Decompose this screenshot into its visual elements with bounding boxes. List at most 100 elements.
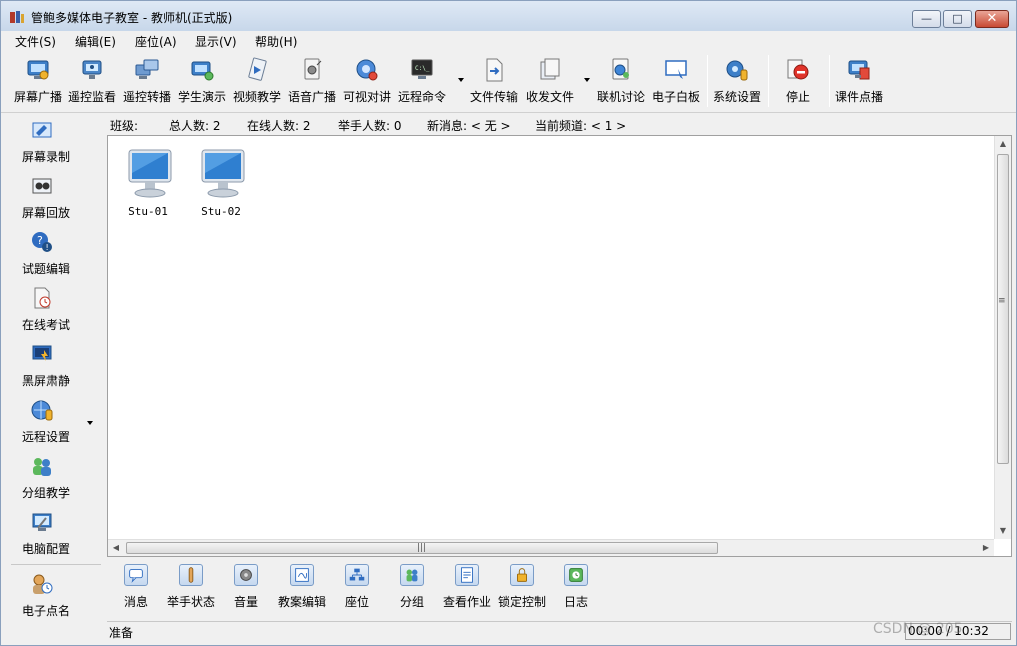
- left-pc-config-button[interactable]: 电脑配置: [1, 508, 101, 562]
- vertical-scroll-thumb[interactable]: [997, 154, 1009, 464]
- student-computer[interactable]: Stu-02: [191, 148, 251, 218]
- bottom-lock-button[interactable]: 锁定控制: [498, 562, 546, 614]
- maximize-button[interactable]: □: [943, 10, 972, 28]
- maximize-icon: □: [952, 12, 963, 25]
- lock-icon: [510, 564, 534, 586]
- toolbar-stop-button[interactable]: 停止: [773, 53, 823, 109]
- left-panel-label: 屏幕录制: [21, 150, 70, 164]
- message-icon: [124, 564, 148, 586]
- bottom-label: 查看作业: [442, 595, 491, 609]
- left-online-exam-button[interactable]: 在线考试: [1, 284, 101, 338]
- bottom-hand-raise-button[interactable]: 举手状态: [167, 562, 215, 614]
- student-view-area[interactable]: Stu-01 Stu-02 ▲ ≡ ▼ ◀ ||| ▶: [107, 135, 1012, 557]
- whiteboard-icon: [665, 60, 687, 79]
- scroll-left-icon[interactable]: ◀: [108, 540, 124, 556]
- bottom-label: 分组: [399, 595, 424, 609]
- scroll-down-icon[interactable]: ▼: [995, 523, 1011, 539]
- toolbar-send-receive-files-button[interactable]: 收发文件: [525, 53, 575, 109]
- scroll-grip-icon: |||: [417, 543, 427, 553]
- menu-seat[interactable]: 座位(A): [135, 33, 177, 50]
- bottom-log-button[interactable]: 日志: [555, 562, 597, 614]
- screen-broadcast-icon: [27, 60, 49, 80]
- menu-bar: 文件(S) 编辑(E) 座位(A) 显示(V) 帮助(H): [1, 31, 1016, 51]
- close-button[interactable]: ✕: [975, 10, 1009, 28]
- toolbar-remote-relay-button[interactable]: 遥控转播: [122, 53, 172, 109]
- hand-raise-icon: [179, 564, 203, 586]
- bottom-lesson-plan-button[interactable]: 教案编辑: [278, 562, 326, 614]
- minimize-button[interactable]: —: [912, 10, 941, 28]
- remote-command-dropdown-icon[interactable]: [458, 78, 464, 82]
- scroll-right-icon[interactable]: ▶: [978, 540, 994, 556]
- toolbar-student-demo-button[interactable]: 学生演示: [177, 53, 227, 109]
- toolbar-voice-broadcast-button[interactable]: 语音广播: [287, 53, 337, 109]
- toolbar-whiteboard-button[interactable]: 电子白板: [651, 53, 701, 109]
- left-roll-call-button[interactable]: 电子点名: [1, 570, 101, 624]
- menu-help[interactable]: 帮助(H): [255, 33, 297, 50]
- toolbar-remote-command-button[interactable]: C:\_ 远程命令: [397, 53, 447, 109]
- hands-raised-count: 举手人数: 0: [338, 119, 402, 133]
- main-toolbar: 屏幕广播 遥控监看 遥控转播 学生演示 视频教学 语音广播 可视对讲 C:\_: [1, 51, 1016, 113]
- horizontal-scrollbar[interactable]: ◀ ||| ▶: [108, 539, 994, 556]
- bottom-toolbar: 消息 举手状态 音量 教案编辑 座位 分组 查看作业 锁定控制 日志: [107, 558, 1012, 621]
- online-exam-icon: [34, 287, 51, 309]
- bottom-label: 锁定控制: [497, 595, 546, 609]
- left-remote-settings-button[interactable]: 远程设置: [1, 396, 101, 450]
- file-transfer-icon: [486, 58, 503, 82]
- bottom-seat-button[interactable]: 座位: [336, 562, 378, 614]
- remote-settings-dropdown-icon[interactable]: [87, 421, 93, 425]
- bottom-volume-button[interactable]: 音量: [225, 562, 267, 614]
- lesson-plan-icon: [290, 564, 314, 586]
- status-text: 准备: [109, 626, 134, 640]
- toolbar-label: 可视对讲: [342, 90, 391, 104]
- toolbar-label: 遥控转播: [122, 90, 171, 104]
- menu-file[interactable]: 文件(S): [15, 33, 56, 50]
- scroll-up-icon[interactable]: ▲: [995, 136, 1011, 152]
- toolbar-video-intercom-button[interactable]: 可视对讲: [342, 53, 392, 109]
- toolbar-online-discussion-button[interactable]: 联机讨论: [596, 53, 646, 109]
- horizontal-scroll-thumb[interactable]: |||: [126, 542, 718, 554]
- toolbar-system-settings-button[interactable]: 系统设置: [712, 53, 762, 109]
- bottom-homework-button[interactable]: 查看作业: [443, 562, 491, 614]
- volume-icon: [234, 564, 258, 586]
- title-bar[interactable]: 管鲍多媒体电子教室 - 教师机(正式版) — □ ✕: [1, 1, 1016, 31]
- toolbar-file-transfer-button[interactable]: 文件传输: [469, 53, 519, 109]
- student-demo-icon: [191, 61, 214, 81]
- menu-view[interactable]: 显示(V): [195, 33, 237, 50]
- toolbar-label: 遥控监看: [67, 90, 116, 104]
- monitor-icon: [201, 149, 245, 198]
- homework-icon: [455, 564, 479, 586]
- left-screen-record-button[interactable]: 屏幕录制: [1, 116, 101, 170]
- left-panel-label: 电脑配置: [21, 542, 70, 556]
- send-receive-files-icon: [540, 58, 560, 80]
- toolbar-label: 远程命令: [397, 90, 446, 104]
- new-message-status: 新消息: < 无 >: [427, 119, 511, 133]
- left-screen-playback-button[interactable]: 屏幕回放: [1, 172, 101, 226]
- toolbar-screen-broadcast-button[interactable]: 屏幕广播: [13, 53, 63, 109]
- remote-settings-icon: [31, 400, 53, 421]
- left-panel-label: 黑屏肃静: [21, 374, 70, 388]
- student-computer[interactable]: Stu-01: [118, 148, 178, 218]
- bottom-label: 举手状态: [166, 595, 215, 609]
- seat-icon: [345, 564, 369, 586]
- svg-text:?: ?: [37, 234, 43, 247]
- current-channel: 当前频道: < 1 >: [535, 119, 627, 133]
- toolbar-video-teaching-button[interactable]: 视频教学: [232, 53, 282, 109]
- vertical-scrollbar[interactable]: ▲ ≡ ▼: [994, 136, 1011, 539]
- online-count: 在线人数: 2: [247, 119, 311, 133]
- video-intercom-icon: [356, 59, 378, 81]
- toolbar-remote-monitor-button[interactable]: 遥控监看: [67, 53, 117, 109]
- left-black-screen-button[interactable]: 黑屏肃静: [1, 340, 101, 394]
- toolbar-label: 收发文件: [525, 90, 574, 104]
- send-files-dropdown-icon[interactable]: [584, 78, 590, 82]
- toolbar-label: 语音广播: [287, 90, 336, 104]
- video-teaching-icon: [248, 57, 267, 81]
- left-question-edit-button[interactable]: ?! 试题编辑: [1, 228, 101, 282]
- group-teaching-icon: [33, 458, 51, 476]
- bottom-group-button[interactable]: 分组: [391, 562, 433, 614]
- class-label: 班级:: [110, 119, 139, 133]
- menu-edit[interactable]: 编辑(E): [75, 33, 116, 50]
- bottom-message-button[interactable]: 消息: [115, 562, 157, 614]
- scroll-grip-icon: ≡: [998, 296, 1006, 306]
- left-group-teaching-button[interactable]: 分组教学: [1, 452, 101, 506]
- toolbar-courseware-vod-button[interactable]: 课件点播: [834, 53, 884, 109]
